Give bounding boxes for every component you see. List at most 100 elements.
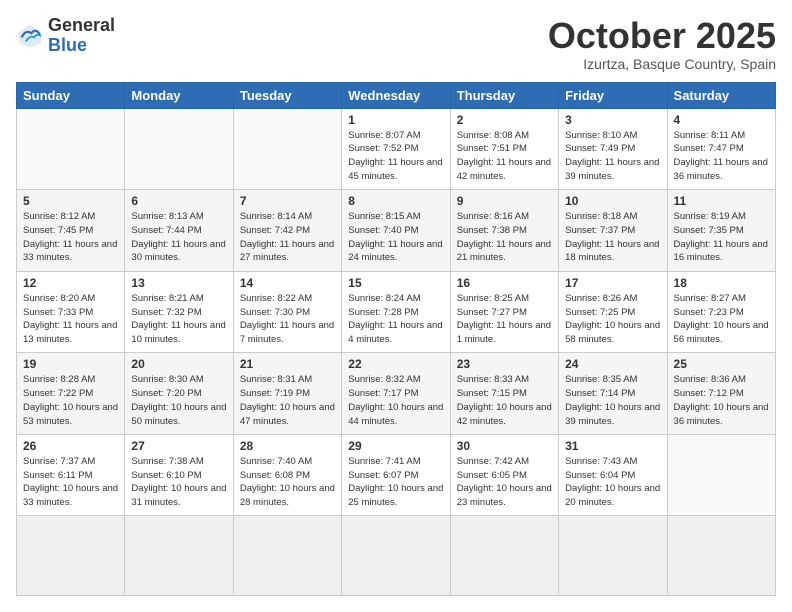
calendar-cell: 26Sunrise: 7:37 AM Sunset: 6:11 PM Dayli…	[17, 434, 125, 516]
day-number: 19	[23, 357, 118, 371]
day-info: Sunrise: 8:35 AM Sunset: 7:14 PM Dayligh…	[565, 373, 660, 428]
day-number: 22	[348, 357, 443, 371]
calendar-cell: 30Sunrise: 7:42 AM Sunset: 6:05 PM Dayli…	[450, 434, 558, 516]
calendar-row-0: 1 Sunrise: 8:07 AM Sunset: 7:52 PM Daylig…	[17, 108, 776, 190]
calendar-cell: 17 Sunrise: 8:26 AM Sunset: 7:25 PM Dayli…	[559, 271, 667, 353]
calendar-cell: 2Sunrise: 8:08 AM Sunset: 7:51 PM Daylig…	[450, 108, 558, 190]
day-number: 24	[565, 357, 660, 371]
header: General Blue October 2025 Izurtza, Basqu…	[16, 16, 776, 72]
calendar-cell	[233, 108, 341, 190]
calendar-cell: 21 Sunrise: 8:31 AM Sunset: 7:19 PM Dayli…	[233, 353, 341, 435]
day-number: 21	[240, 357, 335, 371]
day-number: 18	[674, 276, 769, 290]
calendar-cell: 10 Sunrise: 8:18 AM Sunset: 7:37 PM Dayli…	[559, 190, 667, 272]
calendar-cell	[667, 434, 775, 516]
calendar-cell: 1 Sunrise: 8:07 AM Sunset: 7:52 PM Daylig…	[342, 108, 450, 190]
day-number: 25	[674, 357, 769, 371]
calendar-cell: 25 Sunrise: 8:36 AM Sunset: 7:12 PM Dayli…	[667, 353, 775, 435]
calendar-cell: 22Sunrise: 8:32 AM Sunset: 7:17 PM Dayli…	[342, 353, 450, 435]
col-monday: Monday	[125, 82, 233, 108]
day-number: 23	[457, 357, 552, 371]
day-info: Sunrise: 8:08 AM Sunset: 7:51 PM Dayligh…	[457, 129, 552, 184]
day-number: 7	[240, 194, 335, 208]
col-wednesday: Wednesday	[342, 82, 450, 108]
day-number: 28	[240, 439, 335, 453]
day-info: Sunrise: 8:26 AM Sunset: 7:25 PM Dayligh…	[565, 292, 660, 347]
calendar-cell: 8Sunrise: 8:15 AM Sunset: 7:40 PM Daylig…	[342, 190, 450, 272]
calendar-cell: 16 Sunrise: 8:25 AM Sunset: 7:27 PM Dayli…	[450, 271, 558, 353]
day-info: Sunrise: 8:11 AM Sunset: 7:47 PM Dayligh…	[674, 129, 769, 184]
calendar-row-5	[17, 516, 776, 596]
calendar-cell	[667, 516, 775, 596]
day-info: Sunrise: 8:25 AM Sunset: 7:27 PM Dayligh…	[457, 292, 552, 347]
calendar-cell: 11 Sunrise: 8:19 AM Sunset: 7:35 PM Dayli…	[667, 190, 775, 272]
calendar-cell: 29 Sunrise: 7:41 AM Sunset: 6:07 PM Dayli…	[342, 434, 450, 516]
day-number: 10	[565, 194, 660, 208]
day-number: 13	[131, 276, 226, 290]
calendar-cell	[450, 516, 558, 596]
col-friday: Friday	[559, 82, 667, 108]
day-info: Sunrise: 8:19 AM Sunset: 7:35 PM Dayligh…	[674, 210, 769, 265]
month-title: October 2025	[548, 16, 776, 56]
calendar-table: Sunday Monday Tuesday Wednesday Thursday…	[16, 82, 776, 596]
day-info: Sunrise: 8:16 AM Sunset: 7:38 PM Dayligh…	[457, 210, 552, 265]
page: General Blue October 2025 Izurtza, Basqu…	[0, 0, 792, 612]
calendar-cell: 13Sunrise: 8:21 AM Sunset: 7:32 PM Dayli…	[125, 271, 233, 353]
day-number: 29	[348, 439, 443, 453]
day-info: Sunrise: 8:10 AM Sunset: 7:49 PM Dayligh…	[565, 129, 660, 184]
calendar-cell: 4Sunrise: 8:11 AM Sunset: 7:47 PM Daylig…	[667, 108, 775, 190]
calendar-cell	[233, 516, 341, 596]
day-number: 15	[348, 276, 443, 290]
day-info: Sunrise: 7:37 AM Sunset: 6:11 PM Dayligh…	[23, 455, 118, 510]
day-number: 16	[457, 276, 552, 290]
day-number: 6	[131, 194, 226, 208]
calendar-cell: 27Sunrise: 7:38 AM Sunset: 6:10 PM Dayli…	[125, 434, 233, 516]
calendar-cell	[559, 516, 667, 596]
calendar-cell: 3 Sunrise: 8:10 AM Sunset: 7:49 PM Daylig…	[559, 108, 667, 190]
day-info: Sunrise: 8:27 AM Sunset: 7:23 PM Dayligh…	[674, 292, 769, 347]
day-info: Sunrise: 8:31 AM Sunset: 7:19 PM Dayligh…	[240, 373, 335, 428]
col-saturday: Saturday	[667, 82, 775, 108]
day-info: Sunrise: 8:07 AM Sunset: 7:52 PM Dayligh…	[348, 129, 443, 184]
day-info: Sunrise: 7:43 AM Sunset: 6:04 PM Dayligh…	[565, 455, 660, 510]
logo-blue-text: Blue	[48, 36, 115, 56]
calendar-cell: 9 Sunrise: 8:16 AM Sunset: 7:38 PM Daylig…	[450, 190, 558, 272]
day-info: Sunrise: 8:30 AM Sunset: 7:20 PM Dayligh…	[131, 373, 226, 428]
logo: General Blue	[16, 16, 115, 56]
calendar-cell: 24 Sunrise: 8:35 AM Sunset: 7:14 PM Dayli…	[559, 353, 667, 435]
calendar-cell	[342, 516, 450, 596]
day-info: Sunrise: 8:36 AM Sunset: 7:12 PM Dayligh…	[674, 373, 769, 428]
day-info: Sunrise: 8:18 AM Sunset: 7:37 PM Dayligh…	[565, 210, 660, 265]
calendar-cell: 12Sunrise: 8:20 AM Sunset: 7:33 PM Dayli…	[17, 271, 125, 353]
col-thursday: Thursday	[450, 82, 558, 108]
calendar-row-4: 26Sunrise: 7:37 AM Sunset: 6:11 PM Dayli…	[17, 434, 776, 516]
day-info: Sunrise: 7:41 AM Sunset: 6:07 PM Dayligh…	[348, 455, 443, 510]
day-number: 8	[348, 194, 443, 208]
calendar-cell	[17, 516, 125, 596]
calendar-cell: 28Sunrise: 7:40 AM Sunset: 6:08 PM Dayli…	[233, 434, 341, 516]
day-info: Sunrise: 8:14 AM Sunset: 7:42 PM Dayligh…	[240, 210, 335, 265]
day-info: Sunrise: 8:24 AM Sunset: 7:28 PM Dayligh…	[348, 292, 443, 347]
calendar-row-1: 5Sunrise: 8:12 AM Sunset: 7:45 PM Daylig…	[17, 190, 776, 272]
day-info: Sunrise: 7:42 AM Sunset: 6:05 PM Dayligh…	[457, 455, 552, 510]
day-number: 14	[240, 276, 335, 290]
day-number: 12	[23, 276, 118, 290]
calendar-cell	[125, 108, 233, 190]
calendar-cell: 20 Sunrise: 8:30 AM Sunset: 7:20 PM Dayli…	[125, 353, 233, 435]
day-number: 3	[565, 113, 660, 127]
calendar-cell: 15 Sunrise: 8:24 AM Sunset: 7:28 PM Dayli…	[342, 271, 450, 353]
day-number: 17	[565, 276, 660, 290]
calendar-cell	[125, 516, 233, 596]
day-number: 27	[131, 439, 226, 453]
location: Izurtza, Basque Country, Spain	[548, 56, 776, 72]
title-section: October 2025 Izurtza, Basque Country, Sp…	[548, 16, 776, 72]
day-number: 20	[131, 357, 226, 371]
col-tuesday: Tuesday	[233, 82, 341, 108]
day-number: 11	[674, 194, 769, 208]
calendar-cell: 7 Sunrise: 8:14 AM Sunset: 7:42 PM Daylig…	[233, 190, 341, 272]
calendar-cell	[17, 108, 125, 190]
logo-general-text: General	[48, 16, 115, 36]
day-number: 1	[348, 113, 443, 127]
calendar-cell: 5Sunrise: 8:12 AM Sunset: 7:45 PM Daylig…	[17, 190, 125, 272]
day-number: 9	[457, 194, 552, 208]
